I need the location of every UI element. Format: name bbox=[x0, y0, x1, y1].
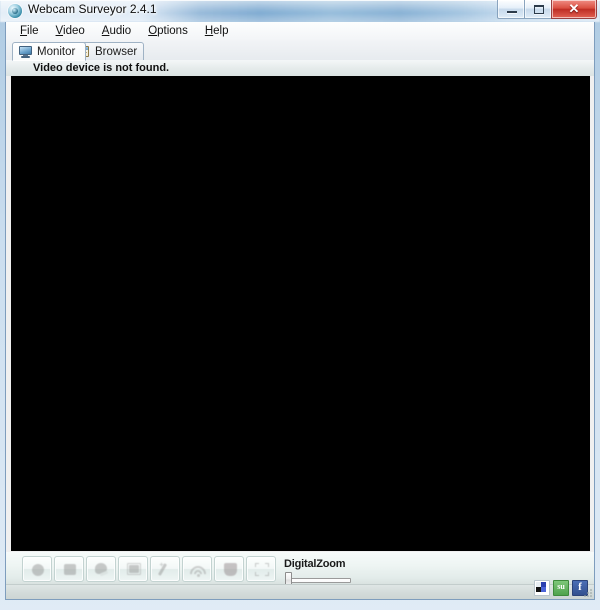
security-button[interactable] bbox=[214, 556, 244, 582]
record-icon bbox=[23, 557, 51, 581]
window-controls: ✕ bbox=[497, 0, 597, 20]
status-message-text: Video device is not found. bbox=[33, 62, 170, 74]
menu-item-file[interactable]: File bbox=[12, 23, 48, 40]
tab-monitor[interactable]: Monitor bbox=[12, 42, 86, 61]
maximize-icon bbox=[534, 5, 544, 14]
shield-icon bbox=[215, 557, 243, 581]
menu-label-video: ideo bbox=[63, 24, 85, 37]
status-bar bbox=[6, 584, 594, 599]
share-icon-group: su f bbox=[534, 580, 588, 596]
digital-zoom-track[interactable] bbox=[287, 578, 351, 583]
control-bar: DigitalZoom su f bbox=[6, 552, 594, 599]
application-window: Webcam Surveyor 2.4.1 ✕ File Video Audio… bbox=[0, 0, 600, 610]
digital-zoom-label: DigitalZoom bbox=[284, 558, 346, 570]
minimize-button[interactable] bbox=[497, 0, 525, 19]
fullscreen-icon bbox=[247, 557, 275, 581]
menu-accel-options: O bbox=[148, 24, 158, 37]
fullscreen-button[interactable] bbox=[246, 556, 276, 582]
menu-item-options[interactable]: Options bbox=[140, 23, 197, 40]
stop-button[interactable] bbox=[54, 556, 84, 582]
snapshot-icon bbox=[87, 557, 115, 581]
menu-label-audio: udio bbox=[109, 24, 132, 37]
title-bar[interactable]: Webcam Surveyor 2.4.1 ✕ bbox=[0, 0, 600, 22]
resize-grip[interactable] bbox=[582, 587, 592, 597]
snapshot-button[interactable] bbox=[86, 556, 116, 582]
stumbleupon-share-icon[interactable]: su bbox=[553, 580, 569, 596]
menu-accel-file: F bbox=[20, 24, 28, 37]
frame-button[interactable] bbox=[118, 556, 148, 582]
client-area: File Video Audio Options Help Monitor Br… bbox=[5, 22, 595, 600]
toolbar-button-group bbox=[22, 556, 278, 586]
status-message-bar: Video device is not found. bbox=[6, 60, 594, 76]
menu-accel-help: H bbox=[204, 24, 214, 37]
tab-browser-label: Browser bbox=[95, 45, 138, 58]
menu-accel-video: V bbox=[55, 24, 64, 37]
webcam-icon[interactable] bbox=[8, 4, 22, 18]
stop-square-icon bbox=[55, 557, 83, 581]
broadcast-button[interactable] bbox=[182, 556, 212, 586]
magic-wand-icon bbox=[151, 557, 179, 581]
frame-icon bbox=[119, 557, 147, 581]
windows-share-icon[interactable] bbox=[534, 580, 550, 596]
maximize-button[interactable] bbox=[524, 0, 552, 19]
wifi-signal-icon bbox=[183, 557, 211, 586]
video-preview-panel[interactable] bbox=[11, 76, 590, 551]
tab-strip: Monitor Browser bbox=[6, 40, 594, 61]
menu-label-file: ile bbox=[27, 24, 39, 37]
wand-button[interactable] bbox=[150, 556, 180, 582]
menu-item-audio[interactable]: Audio bbox=[94, 23, 140, 40]
minimize-icon bbox=[507, 11, 517, 13]
record-button[interactable] bbox=[22, 556, 52, 582]
menu-label-help: elp bbox=[213, 24, 229, 37]
digital-zoom-group: DigitalZoom bbox=[284, 558, 464, 587]
menu-label-options: ptions bbox=[157, 24, 188, 37]
menu-item-help[interactable]: Help bbox=[197, 23, 238, 40]
close-button[interactable]: ✕ bbox=[551, 0, 597, 19]
monitor-icon bbox=[19, 45, 33, 58]
menu-bar: File Video Audio Options Help bbox=[6, 22, 594, 40]
tab-monitor-label: Monitor bbox=[37, 45, 76, 58]
close-icon: ✕ bbox=[568, 1, 580, 16]
window-title: Webcam Surveyor 2.4.1 bbox=[28, 2, 157, 16]
menu-item-video[interactable]: Video bbox=[48, 23, 94, 40]
